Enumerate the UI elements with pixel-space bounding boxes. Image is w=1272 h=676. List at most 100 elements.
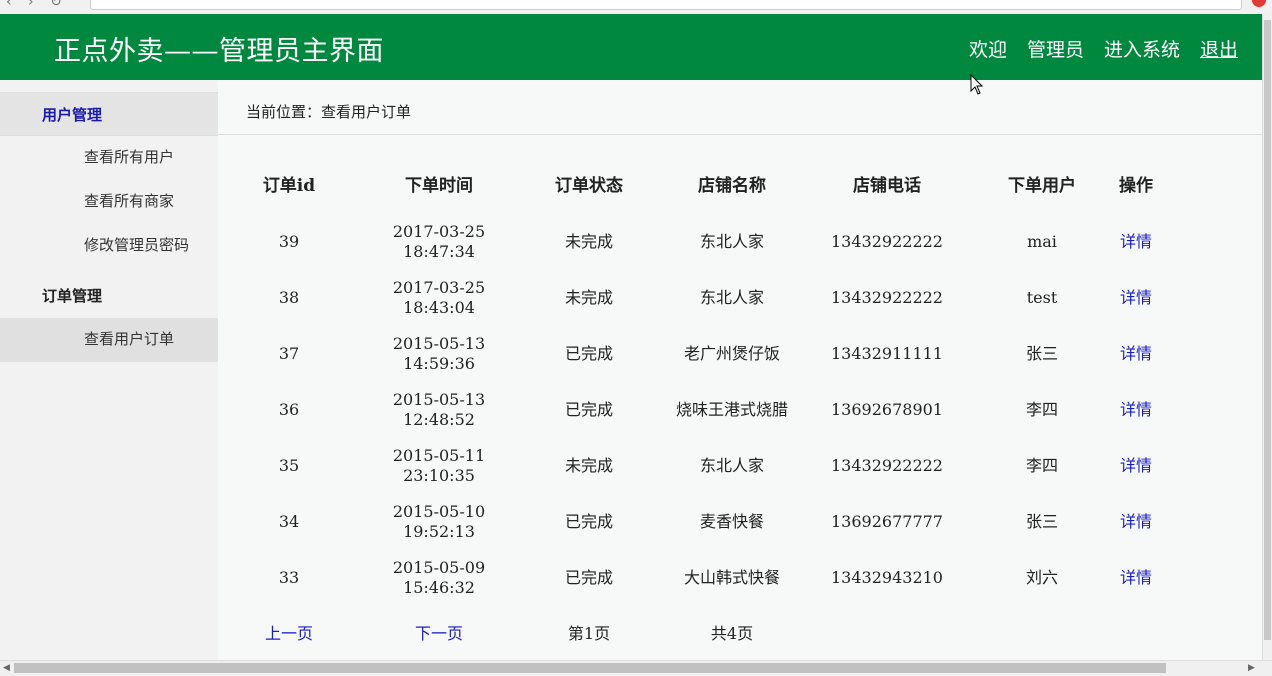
table-row: 37 2015-05-13 14:59:36 已完成 老广州煲仔饭 1343291…	[218, 326, 1262, 382]
order-id: 35	[278, 456, 300, 475]
shop-phone: 13432922222	[831, 232, 943, 251]
table-row: 34 2015-05-10 19:52:13 已完成 麦香快餐 136926777…	[218, 494, 1262, 550]
details-link[interactable]: 详情	[1096, 214, 1176, 270]
order-status: 已完成	[564, 344, 613, 363]
shop-name: 东北人家	[699, 288, 764, 307]
order-user: mai	[1027, 232, 1057, 251]
header-order-status: 订单状态	[555, 176, 623, 196]
order-id: 38	[278, 288, 300, 307]
vertical-scrollbar[interactable]	[1262, 14, 1272, 660]
order-user: 张三	[1025, 512, 1058, 531]
prev-page-link[interactable]: 上一页	[234, 614, 344, 654]
order-date: 2015-05-13	[392, 390, 486, 409]
header-shop-name: 店铺名称	[698, 176, 766, 196]
sidebar-item-all-merchants[interactable]: 查看所有商家	[0, 180, 218, 224]
header-action: 操作	[1119, 176, 1153, 196]
sidebar-item-all-users[interactable]: 查看所有用户	[0, 136, 218, 180]
shop-phone: 13432911111	[831, 344, 943, 363]
order-time: 2015-05-10 19:52:13	[384, 494, 494, 550]
browser-toolbar: ‹ › ↻	[0, 0, 1272, 15]
order-id: 37	[278, 344, 300, 363]
shop-name: 东北人家	[699, 232, 764, 251]
order-date: 2015-05-11	[392, 446, 486, 465]
details-link[interactable]: 详情	[1096, 494, 1176, 550]
app-title: 正点外卖——管理员主界面	[54, 36, 384, 67]
order-user: 李四	[1025, 456, 1058, 475]
details-link[interactable]: 详情	[1096, 270, 1176, 326]
sidebar-group-user-management[interactable]: 用户管理	[0, 92, 218, 136]
order-clock: 15:46:32	[403, 578, 475, 597]
header-order-id: 订单id	[262, 176, 316, 196]
current-page: 第1页	[567, 624, 611, 643]
browser-extension-icon[interactable]	[1252, 0, 1266, 7]
header-nav: 欢迎 管理员 进入系统 退出	[969, 35, 1238, 62]
breadcrumb: 当前位置：查看用户订单	[218, 80, 1262, 135]
order-id: 36	[278, 400, 300, 419]
order-date: 2015-05-09	[392, 558, 486, 577]
order-clock: 12:48:52	[403, 410, 475, 429]
order-time: 2017-03-25 18:47:34	[384, 214, 494, 270]
sidebar-group-order-management[interactable]: 订单管理	[0, 274, 218, 318]
order-status: 已完成	[564, 568, 613, 587]
order-clock: 19:52:13	[403, 522, 475, 541]
header-order-user: 下单用户	[1008, 176, 1076, 196]
order-date: 2017-03-25	[392, 222, 486, 241]
sidebar-item-change-password[interactable]: 修改管理员密码	[0, 224, 218, 268]
browser-nav-icons[interactable]: ‹ › ↻	[6, 0, 68, 10]
order-clock: 18:43:04	[403, 298, 475, 317]
shop-name: 麦香快餐	[699, 512, 764, 531]
order-id: 34	[278, 512, 300, 531]
shop-name: 老广州煲仔饭	[683, 344, 780, 363]
scroll-left-icon[interactable]: ◀	[3, 661, 10, 675]
table-row: 36 2015-05-13 12:48:52 已完成 烧味王港式烧腊 136926…	[218, 382, 1262, 438]
order-id: 33	[278, 568, 300, 587]
details-link[interactable]: 详情	[1096, 438, 1176, 494]
mouse-cursor-icon	[970, 74, 984, 95]
order-date: 2015-05-10	[392, 502, 486, 521]
table-row: 38 2017-03-25 18:43:04 未完成 东北人家 134329222…	[218, 270, 1262, 326]
order-user: 李四	[1025, 400, 1058, 419]
vertical-scroll-thumb[interactable]	[1264, 20, 1271, 640]
horizontal-scroll-thumb[interactable]	[14, 663, 1166, 673]
order-status: 已完成	[564, 512, 613, 531]
shop-phone: 13692677777	[831, 512, 943, 531]
order-time: 2015-05-09 15:46:32	[384, 550, 494, 606]
header-order-time: 下单时间	[405, 176, 473, 196]
order-time: 2017-03-25 18:43:04	[384, 270, 494, 326]
order-user: 张三	[1025, 344, 1058, 363]
shop-name: 烧味王港式烧腊	[675, 400, 788, 419]
scroll-right-icon[interactable]: ▶	[1248, 661, 1255, 675]
total-pages: 共4页	[710, 624, 754, 643]
table-row: 35 2015-05-11 23:10:35 未完成 东北人家 134329222…	[218, 438, 1262, 494]
main-content: 当前位置：查看用户订单 订单id 下单时间 订单状态 店铺名称 店铺电话 下单用…	[218, 80, 1262, 660]
shop-phone: 13432922222	[831, 456, 943, 475]
breadcrumb-current: 查看用户订单	[321, 103, 412, 121]
table-row: 39 2017-03-25 18:47:34 未完成 东北人家 134329222…	[218, 214, 1262, 270]
shop-name: 大山韩式快餐	[683, 568, 780, 587]
order-user: test	[1026, 288, 1058, 307]
details-link[interactable]: 详情	[1096, 326, 1176, 382]
order-date: 2017-03-25	[392, 278, 486, 297]
order-status: 未完成	[564, 456, 613, 475]
shop-phone: 13692678901	[831, 400, 943, 419]
horizontal-scrollbar[interactable]: ◀ ▶	[0, 660, 1272, 676]
pagination: 上一页 下一页 第1页 共4页	[218, 614, 1262, 654]
order-time: 2015-05-13 12:48:52	[384, 382, 494, 438]
order-status: 未完成	[564, 232, 613, 251]
welcome-text: 欢迎	[968, 39, 1007, 61]
enter-system-link[interactable]: 进入系统	[1104, 35, 1180, 62]
shop-phone: 13432943210	[831, 568, 943, 587]
details-link[interactable]: 详情	[1096, 382, 1176, 438]
shop-phone: 13432922222	[831, 288, 943, 307]
logout-link[interactable]: 退出	[1200, 35, 1238, 62]
order-user: 刘六	[1025, 568, 1058, 587]
next-page-link[interactable]: 下一页	[384, 614, 494, 654]
table-header-row: 订单id 下单时间 订单状态 店铺名称 店铺电话 下单用户 操作	[218, 158, 1262, 214]
order-status: 已完成	[564, 400, 613, 419]
order-id: 39	[278, 232, 300, 251]
address-bar[interactable]	[90, 0, 1242, 10]
details-link[interactable]: 详情	[1096, 550, 1176, 606]
sidebar-item-user-orders[interactable]: 查看用户订单	[0, 318, 218, 362]
order-clock: 14:59:36	[403, 354, 475, 373]
order-status: 未完成	[564, 288, 613, 307]
